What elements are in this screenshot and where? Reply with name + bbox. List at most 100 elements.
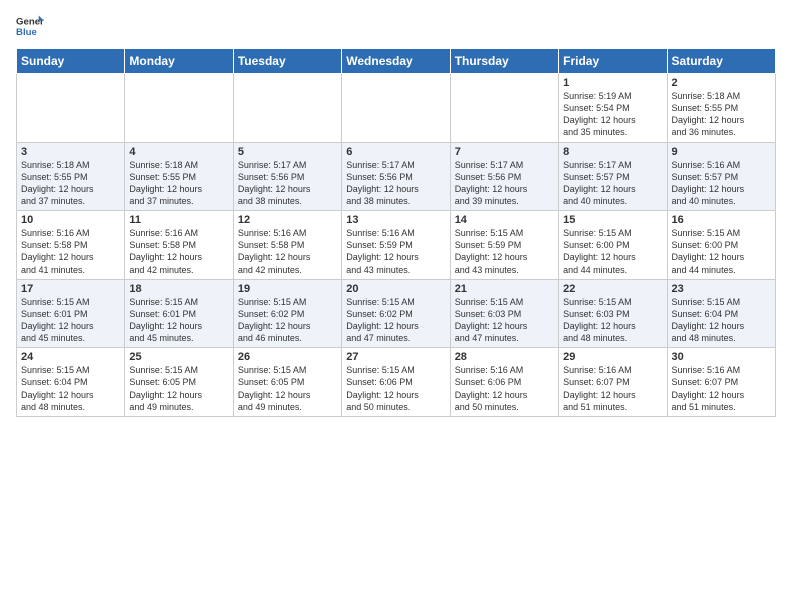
calendar-cell: 28Sunrise: 5:16 AM Sunset: 6:06 PM Dayli… bbox=[450, 348, 558, 417]
weekday-header-saturday: Saturday bbox=[667, 49, 775, 74]
day-info: Sunrise: 5:16 AM Sunset: 6:06 PM Dayligh… bbox=[455, 364, 554, 413]
day-number: 16 bbox=[672, 214, 771, 226]
calendar-cell: 9Sunrise: 5:16 AM Sunset: 5:57 PM Daylig… bbox=[667, 142, 775, 211]
weekday-header-thursday: Thursday bbox=[450, 49, 558, 74]
day-number: 7 bbox=[455, 146, 554, 158]
day-info: Sunrise: 5:15 AM Sunset: 6:03 PM Dayligh… bbox=[563, 296, 662, 345]
week-row-2: 3Sunrise: 5:18 AM Sunset: 5:55 PM Daylig… bbox=[17, 142, 776, 211]
calendar-cell: 1Sunrise: 5:19 AM Sunset: 5:54 PM Daylig… bbox=[559, 74, 667, 143]
day-number: 29 bbox=[563, 351, 662, 363]
day-number: 18 bbox=[129, 283, 228, 295]
day-number: 5 bbox=[238, 146, 337, 158]
header: General Blue bbox=[16, 12, 776, 40]
day-info: Sunrise: 5:18 AM Sunset: 5:55 PM Dayligh… bbox=[129, 159, 228, 208]
week-row-5: 24Sunrise: 5:15 AM Sunset: 6:04 PM Dayli… bbox=[17, 348, 776, 417]
day-number: 4 bbox=[129, 146, 228, 158]
day-info: Sunrise: 5:15 AM Sunset: 6:06 PM Dayligh… bbox=[346, 364, 445, 413]
day-info: Sunrise: 5:15 AM Sunset: 5:59 PM Dayligh… bbox=[455, 227, 554, 276]
day-number: 14 bbox=[455, 214, 554, 226]
weekday-header-sunday: Sunday bbox=[17, 49, 125, 74]
calendar-cell: 10Sunrise: 5:16 AM Sunset: 5:58 PM Dayli… bbox=[17, 211, 125, 280]
day-info: Sunrise: 5:18 AM Sunset: 5:55 PM Dayligh… bbox=[672, 90, 771, 139]
day-number: 28 bbox=[455, 351, 554, 363]
calendar-cell: 19Sunrise: 5:15 AM Sunset: 6:02 PM Dayli… bbox=[233, 279, 341, 348]
day-info: Sunrise: 5:15 AM Sunset: 6:01 PM Dayligh… bbox=[129, 296, 228, 345]
day-number: 25 bbox=[129, 351, 228, 363]
calendar-cell: 15Sunrise: 5:15 AM Sunset: 6:00 PM Dayli… bbox=[559, 211, 667, 280]
day-number: 11 bbox=[129, 214, 228, 226]
calendar-cell: 16Sunrise: 5:15 AM Sunset: 6:00 PM Dayli… bbox=[667, 211, 775, 280]
day-info: Sunrise: 5:16 AM Sunset: 5:58 PM Dayligh… bbox=[129, 227, 228, 276]
day-number: 27 bbox=[346, 351, 445, 363]
day-number: 20 bbox=[346, 283, 445, 295]
calendar-cell: 20Sunrise: 5:15 AM Sunset: 6:02 PM Dayli… bbox=[342, 279, 450, 348]
calendar-cell: 7Sunrise: 5:17 AM Sunset: 5:56 PM Daylig… bbox=[450, 142, 558, 211]
calendar-cell bbox=[17, 74, 125, 143]
day-info: Sunrise: 5:16 AM Sunset: 5:57 PM Dayligh… bbox=[672, 159, 771, 208]
day-info: Sunrise: 5:15 AM Sunset: 6:00 PM Dayligh… bbox=[563, 227, 662, 276]
calendar-cell: 3Sunrise: 5:18 AM Sunset: 5:55 PM Daylig… bbox=[17, 142, 125, 211]
day-info: Sunrise: 5:15 AM Sunset: 6:05 PM Dayligh… bbox=[129, 364, 228, 413]
calendar-cell: 29Sunrise: 5:16 AM Sunset: 6:07 PM Dayli… bbox=[559, 348, 667, 417]
calendar-cell: 21Sunrise: 5:15 AM Sunset: 6:03 PM Dayli… bbox=[450, 279, 558, 348]
calendar-cell bbox=[125, 74, 233, 143]
calendar-cell: 24Sunrise: 5:15 AM Sunset: 6:04 PM Dayli… bbox=[17, 348, 125, 417]
day-number: 1 bbox=[563, 77, 662, 89]
day-number: 12 bbox=[238, 214, 337, 226]
calendar-cell: 6Sunrise: 5:17 AM Sunset: 5:56 PM Daylig… bbox=[342, 142, 450, 211]
logo: General Blue bbox=[16, 12, 44, 40]
calendar-cell: 22Sunrise: 5:15 AM Sunset: 6:03 PM Dayli… bbox=[559, 279, 667, 348]
day-info: Sunrise: 5:16 AM Sunset: 6:07 PM Dayligh… bbox=[672, 364, 771, 413]
day-number: 17 bbox=[21, 283, 120, 295]
calendar-cell: 18Sunrise: 5:15 AM Sunset: 6:01 PM Dayli… bbox=[125, 279, 233, 348]
day-info: Sunrise: 5:16 AM Sunset: 6:07 PM Dayligh… bbox=[563, 364, 662, 413]
day-number: 10 bbox=[21, 214, 120, 226]
calendar-cell bbox=[450, 74, 558, 143]
calendar-cell: 8Sunrise: 5:17 AM Sunset: 5:57 PM Daylig… bbox=[559, 142, 667, 211]
day-info: Sunrise: 5:15 AM Sunset: 6:01 PM Dayligh… bbox=[21, 296, 120, 345]
calendar-cell: 14Sunrise: 5:15 AM Sunset: 5:59 PM Dayli… bbox=[450, 211, 558, 280]
day-info: Sunrise: 5:17 AM Sunset: 5:56 PM Dayligh… bbox=[346, 159, 445, 208]
day-number: 30 bbox=[672, 351, 771, 363]
day-number: 21 bbox=[455, 283, 554, 295]
day-info: Sunrise: 5:16 AM Sunset: 5:58 PM Dayligh… bbox=[238, 227, 337, 276]
calendar-cell: 26Sunrise: 5:15 AM Sunset: 6:05 PM Dayli… bbox=[233, 348, 341, 417]
day-number: 23 bbox=[672, 283, 771, 295]
svg-text:Blue: Blue bbox=[16, 27, 37, 38]
day-number: 22 bbox=[563, 283, 662, 295]
day-info: Sunrise: 5:15 AM Sunset: 6:04 PM Dayligh… bbox=[21, 364, 120, 413]
day-number: 13 bbox=[346, 214, 445, 226]
day-info: Sunrise: 5:18 AM Sunset: 5:55 PM Dayligh… bbox=[21, 159, 120, 208]
calendar-cell: 4Sunrise: 5:18 AM Sunset: 5:55 PM Daylig… bbox=[125, 142, 233, 211]
day-info: Sunrise: 5:17 AM Sunset: 5:56 PM Dayligh… bbox=[455, 159, 554, 208]
calendar-cell: 23Sunrise: 5:15 AM Sunset: 6:04 PM Dayli… bbox=[667, 279, 775, 348]
day-info: Sunrise: 5:17 AM Sunset: 5:57 PM Dayligh… bbox=[563, 159, 662, 208]
day-info: Sunrise: 5:15 AM Sunset: 6:02 PM Dayligh… bbox=[238, 296, 337, 345]
weekday-header-row: SundayMondayTuesdayWednesdayThursdayFrid… bbox=[17, 49, 776, 74]
day-number: 19 bbox=[238, 283, 337, 295]
calendar-cell: 17Sunrise: 5:15 AM Sunset: 6:01 PM Dayli… bbox=[17, 279, 125, 348]
day-number: 8 bbox=[563, 146, 662, 158]
calendar-cell: 2Sunrise: 5:18 AM Sunset: 5:55 PM Daylig… bbox=[667, 74, 775, 143]
day-info: Sunrise: 5:17 AM Sunset: 5:56 PM Dayligh… bbox=[238, 159, 337, 208]
week-row-1: 1Sunrise: 5:19 AM Sunset: 5:54 PM Daylig… bbox=[17, 74, 776, 143]
day-number: 24 bbox=[21, 351, 120, 363]
day-number: 15 bbox=[563, 214, 662, 226]
calendar-cell: 5Sunrise: 5:17 AM Sunset: 5:56 PM Daylig… bbox=[233, 142, 341, 211]
day-number: 3 bbox=[21, 146, 120, 158]
calendar-cell: 12Sunrise: 5:16 AM Sunset: 5:58 PM Dayli… bbox=[233, 211, 341, 280]
calendar-cell bbox=[233, 74, 341, 143]
day-info: Sunrise: 5:19 AM Sunset: 5:54 PM Dayligh… bbox=[563, 90, 662, 139]
calendar-cell bbox=[342, 74, 450, 143]
day-info: Sunrise: 5:15 AM Sunset: 6:00 PM Dayligh… bbox=[672, 227, 771, 276]
day-info: Sunrise: 5:15 AM Sunset: 6:05 PM Dayligh… bbox=[238, 364, 337, 413]
calendar-cell: 25Sunrise: 5:15 AM Sunset: 6:05 PM Dayli… bbox=[125, 348, 233, 417]
calendar-cell: 11Sunrise: 5:16 AM Sunset: 5:58 PM Dayli… bbox=[125, 211, 233, 280]
weekday-header-tuesday: Tuesday bbox=[233, 49, 341, 74]
day-info: Sunrise: 5:15 AM Sunset: 6:03 PM Dayligh… bbox=[455, 296, 554, 345]
weekday-header-monday: Monday bbox=[125, 49, 233, 74]
calendar-cell: 27Sunrise: 5:15 AM Sunset: 6:06 PM Dayli… bbox=[342, 348, 450, 417]
day-number: 26 bbox=[238, 351, 337, 363]
day-info: Sunrise: 5:16 AM Sunset: 5:59 PM Dayligh… bbox=[346, 227, 445, 276]
week-row-3: 10 Sunrise: 5:16 AM Sunset: 5:58 PM Dayli… bbox=[17, 211, 776, 280]
